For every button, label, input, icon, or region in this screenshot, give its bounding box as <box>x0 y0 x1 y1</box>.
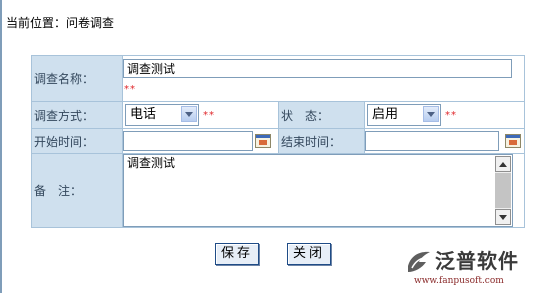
survey-method-cell: 电话 ** <box>123 102 278 128</box>
status-cell: 启用 ** <box>365 102 524 128</box>
fanpu-logo-icon <box>408 251 430 272</box>
status-value: 启用 <box>372 107 399 122</box>
survey-method-value: 电话 <box>130 107 157 122</box>
calendar-icon[interactable] <box>505 134 521 148</box>
calendar-icon[interactable] <box>255 134 271 148</box>
end-time-cell <box>365 129 524 153</box>
status-label: 状 态： <box>279 102 364 128</box>
remarks-scrollbar[interactable] <box>495 156 511 225</box>
required-mark: ** <box>203 110 215 121</box>
start-time-cell <box>123 129 278 153</box>
survey-name-label: 调查名称： <box>32 56 122 101</box>
dropdown-arrow-icon[interactable] <box>181 106 197 122</box>
start-time-input[interactable] <box>123 131 253 151</box>
scroll-down-icon[interactable] <box>495 209 511 225</box>
remarks-cell: 调查测试 <box>123 154 524 227</box>
brand-name: 泛普软件 <box>435 249 519 273</box>
scroll-up-icon[interactable] <box>495 156 511 172</box>
end-time-label: 结束时间： <box>279 129 364 153</box>
end-time-input[interactable] <box>365 131 499 151</box>
remarks-textarea[interactable]: 调查测试 <box>123 154 513 227</box>
breadcrumb: 当前位置：问卷调查 <box>6 16 115 30</box>
status-select[interactable]: 启用 <box>367 104 441 126</box>
required-mark: ** <box>445 110 457 121</box>
scroll-track[interactable] <box>495 173 511 208</box>
start-time-label: 开始时间： <box>32 129 122 153</box>
survey-form: 调查名称： 调查测试 ** 调查方式： 电话 ** 状 态： 启用 ** 开始时… <box>31 55 525 228</box>
survey-method-label: 调查方式： <box>32 102 122 128</box>
survey-name-input[interactable]: 调查测试 <box>123 59 512 78</box>
save-button[interactable]: 保存 <box>215 243 259 265</box>
dropdown-arrow-icon[interactable] <box>423 106 439 122</box>
brand-url: www.fanpusoft.com <box>414 276 504 286</box>
required-mark: ** <box>124 84 136 95</box>
close-button[interactable]: 关闭 <box>287 243 331 265</box>
remarks-label: 备 注： <box>32 154 122 227</box>
remarks-text: 调查测试 <box>127 156 176 170</box>
survey-method-select[interactable]: 电话 <box>125 104 199 126</box>
brand-logo: 泛普软件 www.fanpusoft.com <box>406 247 528 289</box>
left-border <box>0 0 2 293</box>
survey-name-cell: 调查测试 ** <box>123 56 524 101</box>
